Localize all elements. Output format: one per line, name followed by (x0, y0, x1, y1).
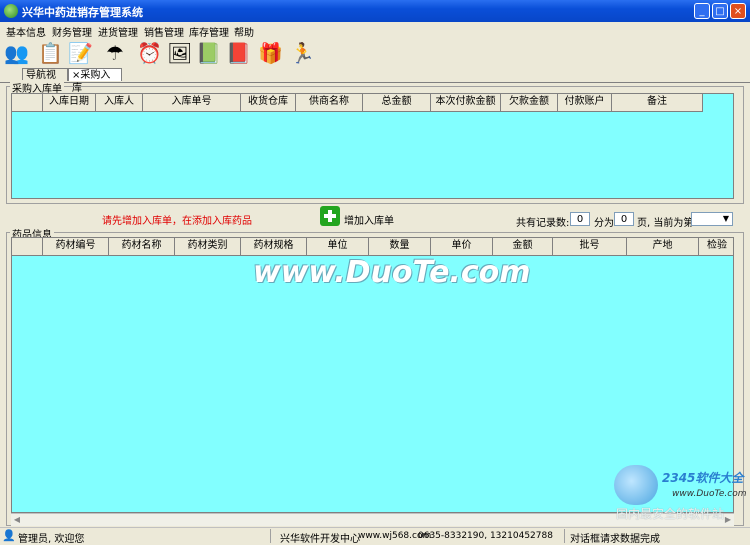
menu-inventory[interactable]: 库存管理 (189, 24, 229, 39)
pages-value: 0 (614, 212, 634, 226)
col-supplier-name[interactable]: 供商名称 (296, 94, 363, 111)
purchase-order-grid[interactable]: 入库日期 入库人 入库单号 收货仓库 供商名称 总金额 本次付款金额 欠款金额 … (11, 93, 734, 199)
status-company: 兴华软件开发中心 (280, 534, 360, 545)
col-unit-price[interactable]: 单价 (431, 238, 493, 255)
row-indicator-header (12, 94, 43, 111)
col-debt-amount[interactable]: 欠款金额 (501, 94, 558, 111)
status-phone: 0635-8332190, 13210452788 (418, 531, 553, 541)
scroll-left-icon[interactable]: ◀ (11, 514, 23, 526)
pages-label: 分为 (594, 218, 614, 229)
row-indicator-header (12, 238, 43, 255)
col-total-amount[interactable]: 总金额 (363, 94, 431, 111)
status-divider (564, 529, 565, 543)
brand-logo-text: 2345软件大全 (662, 471, 744, 485)
col-payment-account[interactable]: 付款账户 (558, 94, 612, 111)
status-bar: 👤 管理员, 欢迎您 兴华软件开发中心 www.wj568.com 0635-8… (0, 527, 750, 545)
status-message: 对话框请求数据完成 (570, 534, 660, 545)
col-amount[interactable]: 金额 (493, 238, 553, 255)
col-quantity[interactable]: 数量 (369, 238, 431, 255)
tab-strip: 导航视图 ×采购入库 (0, 68, 750, 94)
minimize-button[interactable]: _ (694, 3, 710, 19)
total-records-label: 共有记录数: (516, 218, 570, 229)
menu-finance[interactable]: 财务管理 (52, 24, 92, 39)
col-drug-code[interactable]: 药材编号 (43, 238, 109, 255)
umbrella-icon[interactable]: ☂ (103, 41, 127, 65)
col-batch-number[interactable]: 批号 (553, 238, 627, 255)
picture-icon[interactable]: 🖼 (167, 41, 192, 65)
col-receiving-warehouse[interactable]: 收货仓库 (241, 94, 296, 111)
col-drug-category[interactable]: 药材类别 (175, 238, 241, 255)
exit-runner-icon[interactable]: 🏃 (290, 41, 315, 65)
col-drug-name[interactable]: 药材名称 (109, 238, 175, 255)
help-book-icon[interactable]: 📕 (226, 41, 251, 65)
col-payment-amount[interactable]: 本次付款金额 (431, 94, 501, 111)
menu-purchase[interactable]: 进货管理 (98, 24, 138, 39)
window-title: 兴华中药进销存管理系统 (22, 6, 143, 19)
duote-watermark: www.DuoTe.com (253, 255, 531, 290)
maximize-button[interactable]: □ (712, 3, 728, 19)
menu-bar: 基本信息 财务管理 进货管理 销售管理 库存管理 帮助 (0, 22, 750, 39)
col-inspection[interactable]: 检验 (699, 238, 733, 255)
total-records-value: 0 (570, 212, 590, 226)
brand-slogan-text: 国内最安全的软件站 (616, 507, 725, 521)
brand-watermark: 2345软件大全 www.DuoTe.com 国内最安全的软件站 (612, 465, 748, 521)
documents-icon[interactable]: 📋 (38, 41, 63, 65)
toolbar: 👥 📋 📝 ☂ ⏰ 🖼 📗 📕 🎁 🏃 (0, 38, 750, 68)
brand-url-text: www.DuoTe.com (672, 489, 747, 499)
menu-sales[interactable]: 销售管理 (144, 24, 184, 39)
col-inbound-number[interactable]: 入库单号 (143, 94, 241, 111)
col-drug-spec[interactable]: 药材规格 (241, 238, 307, 255)
notebook-icon[interactable]: 📗 (196, 41, 221, 65)
users-icon[interactable]: 👥 (4, 41, 29, 65)
add-order-hint: 请先增加入库单，在添加入库药品 (102, 216, 252, 227)
user-icon: 👤 (2, 529, 16, 542)
purchase-order-grid-header: 入库日期 入库人 入库单号 收货仓库 供商名称 总金额 本次付款金额 欠款金额 … (12, 94, 703, 112)
close-button[interactable]: × (730, 3, 746, 19)
mascot-icon (614, 465, 658, 505)
plus-icon (320, 206, 340, 226)
drug-info-grid-header: 药材编号 药材名称 药材类别 药材规格 单位 数量 单价 金额 批号 产地 检验 (12, 238, 733, 256)
status-divider (270, 529, 271, 543)
edit-document-icon[interactable]: 📝 (68, 41, 93, 65)
menu-basic-info[interactable]: 基本信息 (6, 24, 46, 39)
add-inbound-order-label: 增加入库单 (344, 216, 394, 227)
col-remarks[interactable]: 备注 (612, 94, 703, 111)
app-logo-icon (4, 4, 18, 18)
gift-icon[interactable]: 🎁 (258, 41, 283, 65)
current-page-label: 页, 当前为第 (637, 218, 694, 229)
col-unit[interactable]: 单位 (307, 238, 369, 255)
col-inbound-date[interactable]: 入库日期 (43, 94, 96, 111)
alarm-clock-icon[interactable]: ⏰ (137, 41, 162, 65)
chevron-down-icon[interactable]: ▼ (720, 213, 732, 225)
status-user: 管理员, 欢迎您 (18, 534, 85, 545)
current-page-select[interactable]: ▼ (691, 212, 733, 226)
tab-purchase-inbound[interactable]: ×采购入库 (68, 68, 122, 94)
menu-help[interactable]: 帮助 (234, 24, 254, 39)
col-inbound-person[interactable]: 入库人 (96, 94, 143, 111)
col-origin[interactable]: 产地 (627, 238, 699, 255)
title-bar: 兴华中药进销存管理系统 _ □ × (0, 0, 750, 22)
